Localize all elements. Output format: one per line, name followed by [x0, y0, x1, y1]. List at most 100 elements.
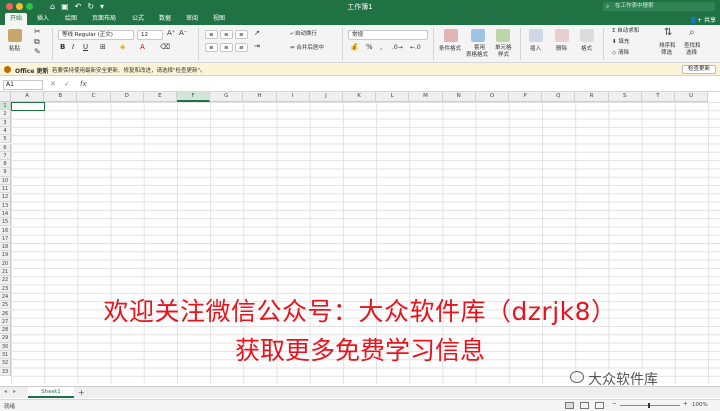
font-name-select[interactable]: 等线 Regular (正文) — [58, 30, 134, 40]
sheet-tab-sheet1[interactable]: Sheet1 — [28, 387, 74, 398]
column-header-n[interactable]: N — [442, 92, 476, 102]
paste-icon[interactable] — [8, 29, 22, 42]
autosum-button[interactable]: Σ 自动求和 — [612, 28, 639, 35]
column-header-r[interactable]: R — [575, 92, 609, 102]
column-header-p[interactable]: P — [509, 92, 543, 102]
row-header-15[interactable]: 15 — [0, 218, 11, 227]
check-updates-button[interactable]: 检查更新 — [682, 65, 716, 74]
page-layout-view-icon[interactable] — [580, 402, 589, 409]
column-header-g[interactable]: G — [210, 92, 244, 102]
zoom-in-icon[interactable]: + — [683, 401, 688, 408]
font-size-select[interactable]: 12 — [137, 30, 163, 40]
column-header-f[interactable]: F — [177, 92, 211, 102]
name-box[interactable]: A1 — [3, 80, 43, 90]
row-header-19[interactable]: 19 — [0, 251, 11, 260]
clear-format-icon[interactable]: ⌫ — [160, 44, 170, 51]
zoom-slider[interactable] — [620, 405, 680, 406]
tab-home[interactable]: 开始 — [5, 13, 28, 25]
format-painter-icon[interactable]: ✎ — [34, 47, 41, 56]
row-header-33[interactable]: 33 — [0, 367, 11, 376]
fill-button[interactable]: ⬇ 填充 — [612, 39, 629, 46]
clear-button[interactable]: ◇ 清除 — [612, 50, 629, 57]
increase-decimal-icon[interactable]: .0→ — [392, 44, 403, 51]
row-header-11[interactable]: 11 — [0, 185, 11, 194]
row-header-18[interactable]: 18 — [0, 243, 11, 252]
page-break-view-icon[interactable] — [595, 402, 604, 409]
decrease-decimal-icon[interactable]: ←.0 — [410, 44, 421, 51]
row-header-8[interactable]: 8 — [0, 160, 11, 169]
column-header-o[interactable]: O — [475, 92, 509, 102]
row-header-2[interactable]: 2 — [0, 110, 11, 119]
row-header-17[interactable]: 17 — [0, 234, 11, 244]
row-header-1[interactable]: 1 — [0, 102, 11, 111]
row-header-12[interactable]: 12 — [0, 193, 11, 202]
row-header-21[interactable]: 21 — [0, 268, 11, 277]
row-header-7[interactable]: 7 — [0, 151, 11, 161]
row-header-4[interactable]: 4 — [0, 126, 11, 136]
table-format-icon[interactable] — [471, 29, 485, 42]
zoom-out-icon[interactable]: − — [612, 401, 617, 408]
tab-view[interactable]: 视图 — [208, 13, 230, 25]
select-all-corner[interactable] — [0, 92, 11, 102]
row-header-22[interactable]: 22 — [0, 276, 11, 285]
column-header-e[interactable]: E — [143, 92, 177, 102]
italic-icon[interactable]: I — [72, 44, 74, 51]
row-header-16[interactable]: 16 — [0, 226, 11, 235]
cell-style-icon[interactable] — [496, 29, 510, 42]
cut-icon[interactable]: ✂ — [34, 27, 41, 36]
column-header-m[interactable]: M — [409, 92, 443, 102]
row-header-14[interactable]: 14 — [0, 209, 11, 219]
format-cells-icon[interactable] — [580, 29, 594, 42]
conditional-format-icon[interactable] — [444, 29, 458, 42]
column-header-a[interactable]: A — [11, 92, 45, 102]
zoom-slider-handle[interactable] — [648, 403, 650, 408]
column-header-t[interactable]: T — [641, 92, 675, 102]
sheet-search-input[interactable]: ⌕ 在工作表中搜索 — [603, 2, 715, 11]
underline-icon[interactable]: U — [83, 44, 88, 51]
row-header-6[interactable]: 6 — [0, 143, 11, 152]
orientation-icon[interactable]: ↗ — [254, 30, 260, 37]
column-header-h[interactable]: H — [243, 92, 277, 102]
column-header-u[interactable]: U — [675, 92, 709, 102]
cancel-entry-icon[interactable]: ✕ — [50, 80, 56, 88]
column-header-q[interactable]: Q — [542, 92, 576, 102]
bold-icon[interactable]: B — [60, 44, 65, 51]
percent-icon[interactable]: % — [366, 44, 373, 51]
fill-color-icon[interactable]: ◈ — [120, 44, 125, 51]
align-center-icon[interactable]: ≡ — [220, 43, 233, 52]
copy-icon[interactable]: ⧉ — [34, 37, 40, 46]
column-header-i[interactable]: I — [276, 92, 310, 102]
align-left-icon[interactable]: ≡ — [205, 43, 218, 52]
wrap-text-button[interactable]: ⤶ 自动换行 — [290, 31, 317, 38]
find-select-icon[interactable]: ⌕ — [689, 28, 695, 38]
align-bottom-icon[interactable]: ≡ — [235, 30, 248, 39]
tab-formulas[interactable]: 公式 — [127, 13, 149, 25]
row-header-13[interactable]: 13 — [0, 201, 11, 210]
column-header-d[interactable]: D — [110, 92, 144, 102]
row-header-20[interactable]: 20 — [0, 259, 11, 268]
indent-icon[interactable]: ⇥ — [254, 43, 260, 50]
column-header-c[interactable]: C — [77, 92, 111, 102]
add-sheet-button[interactable]: + — [78, 387, 85, 398]
next-sheet-icon[interactable]: ▸ — [13, 388, 16, 395]
column-header-s[interactable]: S — [608, 92, 642, 102]
align-right-icon[interactable]: ≡ — [235, 43, 248, 52]
active-cell-a1[interactable] — [11, 102, 45, 111]
column-header-j[interactable]: J — [309, 92, 343, 102]
tab-page-layout[interactable]: 页面布局 — [87, 13, 121, 25]
font-color-icon[interactable]: A — [140, 44, 145, 51]
decrease-font-icon[interactable]: A⁻ — [179, 30, 187, 37]
align-top-icon[interactable]: ≡ — [205, 30, 218, 39]
share-button[interactable]: 👤+ 共享 — [690, 15, 716, 24]
tab-data[interactable]: 数据 — [154, 13, 176, 25]
delete-cells-icon[interactable] — [555, 29, 569, 42]
column-header-k[interactable]: K — [343, 92, 377, 102]
row-header-10[interactable]: 10 — [0, 176, 11, 185]
row-header-3[interactable]: 3 — [0, 118, 11, 127]
tab-draw[interactable]: 绘图 — [60, 13, 82, 25]
confirm-entry-icon[interactable]: ✓ — [64, 80, 70, 88]
align-middle-icon[interactable]: ≡ — [220, 30, 233, 39]
tab-insert[interactable]: 插入 — [32, 13, 54, 25]
row-header-5[interactable]: 5 — [0, 135, 11, 144]
number-format-select[interactable]: 常规 — [348, 30, 428, 40]
